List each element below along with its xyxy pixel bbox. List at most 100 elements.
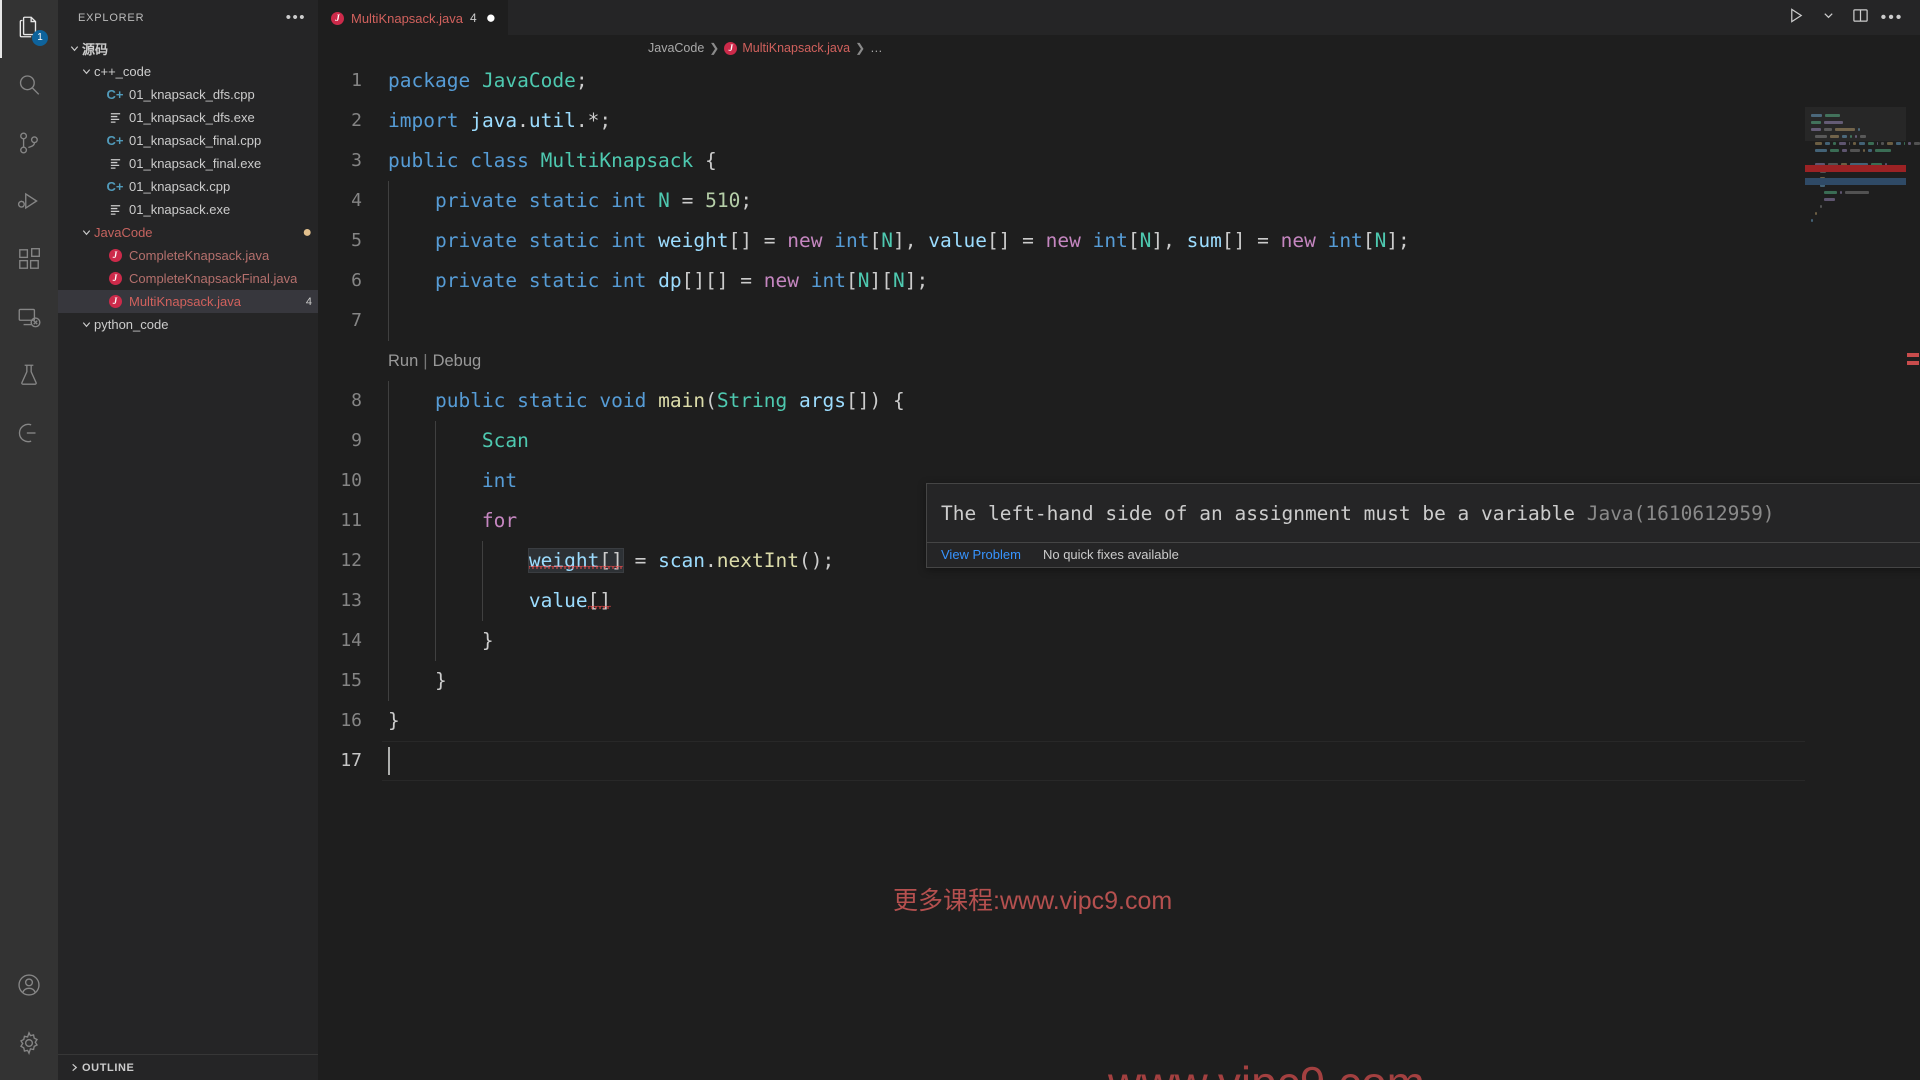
tree-item-01-knapsack-final-cpp[interactable]: C+ 01_knapsack_final.cpp	[58, 129, 318, 152]
code-line[interactable]: 17	[318, 741, 1920, 781]
code-line[interactable]: 2 import java.util.*;	[318, 101, 1920, 141]
breadcrumb-symbol-label: …	[870, 41, 883, 55]
tree-item-c-code[interactable]: c++_code	[58, 60, 318, 83]
code-line[interactable]: 8 public static void main(String args[])…	[318, 381, 1920, 421]
breadcrumb-item-folder[interactable]: JavaCode	[648, 41, 704, 55]
tree-item-[interactable]: 源码	[58, 37, 318, 60]
code-line[interactable]: 7	[318, 301, 1920, 341]
tree-item-01-knapsack-exe[interactable]: 01_knapsack.exe	[58, 198, 318, 221]
line-content[interactable]: private static int dp[][] = new int[N][N…	[382, 261, 928, 301]
tree-item-completeknapsackfinal-java[interactable]: J CompleteKnapsackFinal.java	[58, 267, 318, 290]
line-number[interactable]: 8	[318, 381, 382, 421]
line-number[interactable]: 13	[318, 581, 382, 621]
line-content[interactable]: import java.util.*;	[382, 101, 611, 141]
unsaved-indicator[interactable]: ●	[486, 9, 496, 26]
line-content[interactable]	[382, 741, 390, 781]
line-number[interactable]: 11	[318, 501, 382, 541]
line-number[interactable]: 12	[318, 541, 382, 581]
tree-item-01-knapsack-final-exe[interactable]: 01_knapsack_final.exe	[58, 152, 318, 175]
activity-bar-item-extensions[interactable]	[0, 232, 58, 290]
more-actions-button[interactable]: •••	[1878, 4, 1906, 32]
line-content[interactable]	[382, 301, 389, 341]
code-line[interactable]: 15 }	[318, 661, 1920, 701]
line-number[interactable]: 3	[318, 141, 382, 181]
tree-item-label: 01_knapsack_dfs.cpp	[129, 87, 255, 102]
sidebar-more-actions-button[interactable]: •••	[286, 10, 306, 25]
line-content[interactable]: Scan	[382, 421, 529, 461]
codelens-run-link[interactable]: Run	[388, 341, 418, 381]
error-token-weight: weight[]	[527, 548, 624, 573]
line-content[interactable]: value[]	[382, 581, 611, 621]
code-line[interactable]: 5 private static int weight[] = new int[…	[318, 221, 1920, 261]
minimap-token	[1819, 205, 1822, 208]
line-content[interactable]: }	[382, 661, 447, 701]
line-content[interactable]: weight[] = scan.nextInt();	[382, 541, 834, 581]
code-line[interactable]: 3 public class MultiKnapsack {	[318, 141, 1920, 181]
code-line[interactable]: 13 value[]	[318, 581, 1920, 621]
split-editor-button[interactable]	[1846, 4, 1874, 32]
file-tree[interactable]: 源码 c++_code C+ 01_knapsack_dfs.cpp 01_knapsa…	[58, 35, 318, 1054]
activity-bar-item-testing[interactable]	[0, 348, 58, 406]
tree-item-01-knapsack-dfs-exe[interactable]: 01_knapsack_dfs.exe	[58, 106, 318, 129]
line-number[interactable]: 17	[318, 741, 382, 781]
activity-bar-item-accounts[interactable]	[0, 958, 58, 1016]
activity-bar-item-maven[interactable]	[0, 406, 58, 464]
binary-file-icon	[106, 203, 124, 216]
code-line[interactable]: 1 package JavaCode;	[318, 61, 1920, 101]
activity-bar-item-remote-explorer[interactable]	[0, 290, 58, 348]
minimap-slider[interactable]	[1805, 107, 1906, 141]
line-content[interactable]: public static void main(String args[]) {	[382, 381, 905, 421]
line-number[interactable]: 7	[318, 301, 382, 341]
run-code-button[interactable]	[1782, 4, 1810, 32]
code-line[interactable]: 4 private static int N = 510;	[318, 181, 1920, 221]
line-number[interactable]: 9	[318, 421, 382, 461]
activity-bar-item-explorer[interactable]: 1	[0, 0, 58, 58]
minimap[interactable]	[1805, 61, 1920, 1080]
tree-item-01-knapsack-dfs-cpp[interactable]: C+ 01_knapsack_dfs.cpp	[58, 83, 318, 106]
editor-tab-multiknapsack[interactable]: J MultiKnapsack.java 4 ●	[318, 0, 508, 35]
beaker-icon	[16, 362, 42, 393]
tree-item-javacode[interactable]: JavaCode ●	[58, 221, 318, 244]
codelens-debug-link[interactable]: Debug	[433, 341, 482, 381]
code-line[interactable]: 16}	[318, 701, 1920, 741]
activity-bar-item-settings[interactable]	[0, 1016, 58, 1074]
code-editor[interactable]: 1 package JavaCode; 2 import java.util.*; 3 p…	[318, 61, 1920, 1080]
line-content[interactable]: public class MultiKnapsack {	[382, 141, 717, 181]
tree-item-label: 01_knapsack_final.cpp	[129, 133, 262, 148]
line-content[interactable]: for	[382, 501, 517, 541]
code-line[interactable]: 9 Scan	[318, 421, 1920, 461]
line-number[interactable]: 6	[318, 261, 382, 301]
line-content[interactable]: }	[382, 621, 494, 661]
tree-item-python-code[interactable]: python_code	[58, 313, 318, 336]
code-line[interactable]: 14 }	[318, 621, 1920, 661]
breadcrumb-item-file[interactable]: J MultiKnapsack.java	[724, 41, 850, 55]
minimap-line	[1811, 190, 1920, 195]
line-number[interactable]: 2	[318, 101, 382, 141]
outline-section-header[interactable]: OUTLINE	[58, 1054, 318, 1080]
line-content[interactable]: private static int weight[] = new int[N]…	[382, 221, 1410, 261]
overview-ruler[interactable]	[1906, 61, 1920, 1080]
view-problem-link[interactable]: View Problem	[941, 547, 1021, 562]
activity-bar-item-source-control[interactable]	[0, 116, 58, 174]
code-lines[interactable]: 1 package JavaCode; 2 import java.util.*; 3 p…	[318, 61, 1920, 1080]
line-number[interactable]: 16	[318, 701, 382, 741]
line-number[interactable]: 5	[318, 221, 382, 261]
line-content[interactable]: }	[382, 701, 400, 741]
run-options-dropdown[interactable]	[1814, 4, 1842, 32]
tree-item-completeknapsack-java[interactable]: J CompleteKnapsack.java	[58, 244, 318, 267]
line-number[interactable]: 14	[318, 621, 382, 661]
activity-bar-item-search[interactable]	[0, 58, 58, 116]
line-number[interactable]: 1	[318, 61, 382, 101]
line-content[interactable]: int	[382, 461, 517, 501]
line-content[interactable]: private static int N = 510;	[382, 181, 752, 221]
line-number[interactable]: 10	[318, 461, 382, 501]
activity-bar-item-run-debug[interactable]	[0, 174, 58, 232]
tree-item-multiknapsack-java[interactable]: J MultiKnapsack.java 4	[58, 290, 318, 313]
code-line[interactable]: 6 private static int dp[][] = new int[N]…	[318, 261, 1920, 301]
line-number[interactable]: 4	[318, 181, 382, 221]
tree-item-01-knapsack-cpp[interactable]: C+ 01_knapsack.cpp	[58, 175, 318, 198]
current-line-highlight	[382, 741, 1920, 781]
line-content[interactable]: package JavaCode;	[382, 61, 588, 101]
line-number[interactable]: 15	[318, 661, 382, 701]
breadcrumb-item-symbol[interactable]: …	[870, 41, 883, 55]
